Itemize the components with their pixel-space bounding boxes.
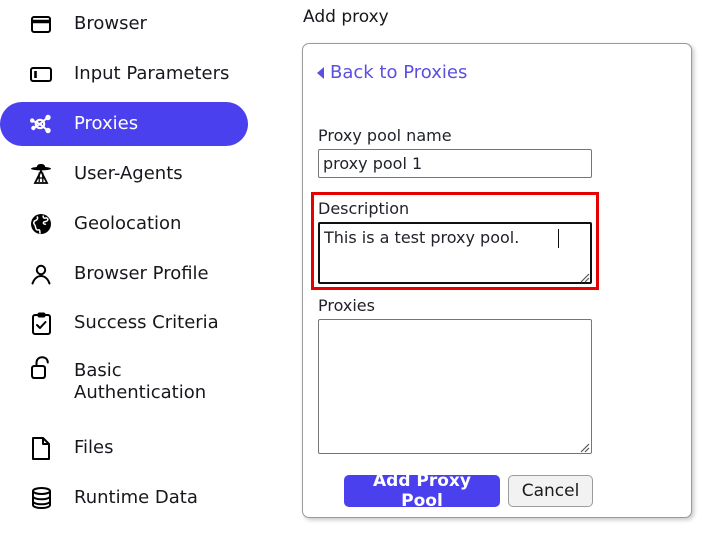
back-to-proxies-label: Back to Proxies: [330, 62, 468, 83]
page-title: Add proxy: [303, 7, 389, 27]
sidebar-item-label: Success Criteria: [74, 312, 219, 333]
file-document-icon: [28, 435, 54, 461]
sidebar-item-label: Browser: [74, 13, 147, 34]
person-icon: [28, 261, 54, 287]
sidebar-item-label: Basic Authentication: [74, 360, 207, 403]
sidebar-item-basic-authentication[interactable]: Basic Authentication: [0, 351, 248, 413]
sidebar-item-label: Files: [74, 437, 114, 458]
description-textarea[interactable]: This is a test proxy pool.: [318, 222, 592, 284]
text-caret: [558, 229, 559, 248]
sidebar-item-label: Browser Profile: [74, 263, 209, 284]
sidebar-item-success-criteria[interactable]: Success Criteria: [0, 301, 248, 345]
sidebar-item-proxies[interactable]: Proxies: [0, 102, 248, 146]
sidebar-item-browser[interactable]: Browser: [0, 2, 248, 46]
open-padlock-icon: [28, 354, 54, 380]
back-to-proxies-link[interactable]: Back to Proxies: [317, 62, 467, 84]
add-proxy-form-card: Back to Proxies Proxy pool name Descript…: [302, 43, 692, 518]
input-field-icon: [28, 61, 54, 87]
cancel-button[interactable]: Cancel: [508, 475, 593, 507]
sidebar-item-user-agents[interactable]: User-Agents: [0, 152, 248, 196]
clipboard-check-icon: [28, 310, 54, 336]
sidebar-navigation: Browser Input Parameters Proxies User-Ag…: [0, 0, 300, 534]
sidebar-item-files[interactable]: Files: [0, 426, 248, 470]
add-proxy-pool-button[interactable]: Add Proxy Pool: [344, 471, 500, 511]
description-label: Description: [318, 199, 410, 218]
globe-icon: [28, 211, 54, 237]
main-content: Add proxy Back to Proxies Proxy pool nam…: [300, 0, 714, 534]
spy-detective-icon: [28, 161, 54, 187]
proxies-label: Proxies: [318, 296, 375, 315]
sidebar-item-geolocation[interactable]: Geolocation: [0, 202, 248, 246]
browser-window-icon: [28, 11, 54, 37]
database-icon: [28, 485, 54, 511]
proxy-pool-name-label: Proxy pool name: [318, 126, 452, 145]
sidebar-item-label: User-Agents: [74, 163, 183, 184]
sidebar-item-input-parameters[interactable]: Input Parameters: [0, 52, 248, 96]
sidebar-item-label: Proxies: [74, 113, 139, 134]
proxies-textarea[interactable]: [318, 319, 592, 454]
proxy-pool-name-input[interactable]: [318, 149, 592, 178]
chevron-left-icon: [317, 67, 324, 79]
sidebar-item-label: Runtime Data: [74, 487, 198, 508]
sidebar-item-label: Geolocation: [74, 213, 182, 234]
sidebar-item-label: Input Parameters: [74, 63, 230, 84]
sidebar-item-browser-profile[interactable]: Browser Profile: [0, 252, 248, 296]
sidebar-item-runtime-data[interactable]: Runtime Data: [0, 476, 248, 520]
network-nodes-icon: [28, 111, 54, 137]
